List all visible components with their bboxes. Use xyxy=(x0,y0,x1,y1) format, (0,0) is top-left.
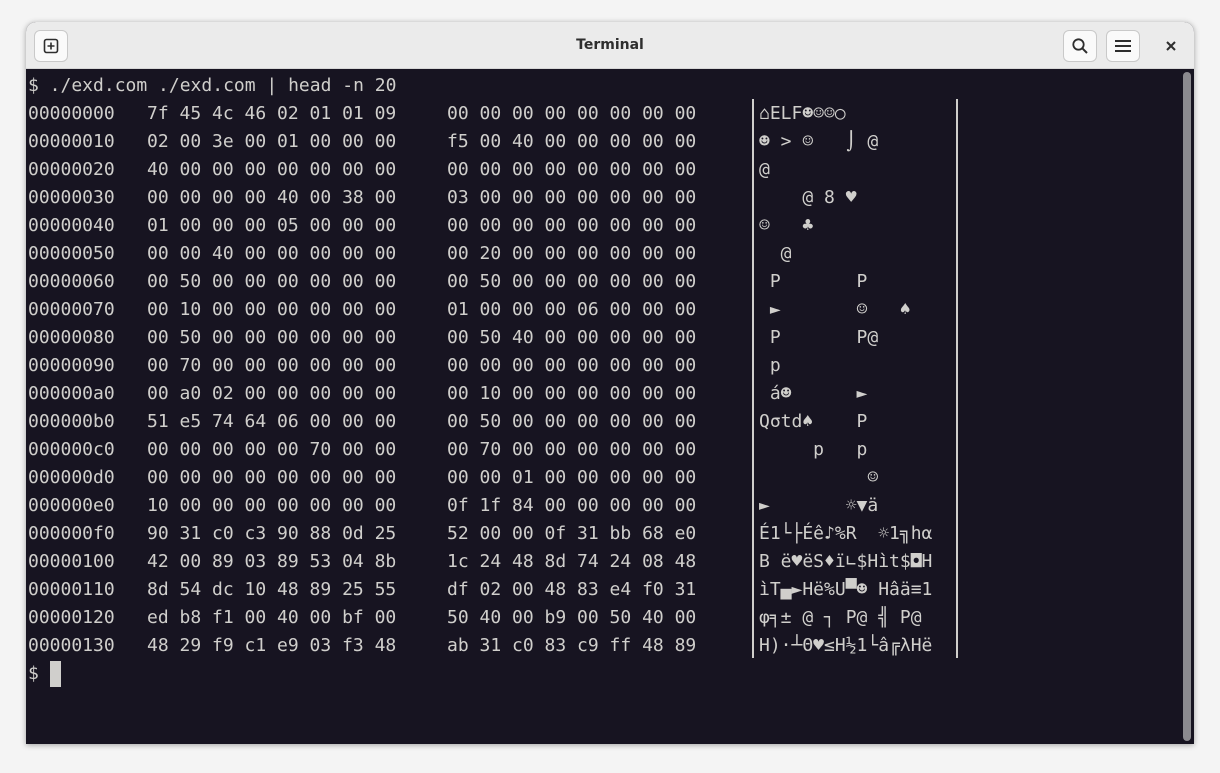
row-hex-bytes-2: 0f 1f 84 00 00 00 00 00 xyxy=(447,495,697,516)
row-hex-bytes-2: 00 00 00 00 00 00 00 00 xyxy=(447,103,697,124)
row-offset: 00000120 xyxy=(28,607,115,628)
row-offset: 000000e0 xyxy=(28,495,115,516)
row-hex-bytes-1: 00 50 00 00 00 00 00 00 xyxy=(147,327,397,348)
row-ascii: ☻ > ☺ ⌡ @ xyxy=(759,131,933,152)
row-hex-bytes-1: 48 29 f9 c1 e9 03 f3 48 xyxy=(147,635,397,656)
row-hex-bytes-1: 10 00 00 00 00 00 00 00 xyxy=(147,495,397,516)
row-offset: 000000c0 xyxy=(28,439,115,460)
row-hex-bytes-1: 40 00 00 00 00 00 00 00 xyxy=(147,159,397,180)
row-ascii: H)·┴Θ♥≤H½1└â╔λHë xyxy=(759,635,933,656)
row-ascii: φ╕± @ ┐ P@ ╣ P@ xyxy=(759,607,933,628)
close-icon xyxy=(1166,41,1176,51)
search-icon xyxy=(1072,38,1088,54)
row-hex-bytes-1: 42 00 89 03 89 53 04 8b xyxy=(147,551,397,572)
row-hex-bytes-1: 00 00 00 00 00 00 00 00 xyxy=(147,467,397,488)
row-ascii: @ xyxy=(759,159,933,180)
row-hex-bytes-2: 00 50 00 00 00 00 00 00 xyxy=(447,271,697,292)
row-ascii: @ 8 ♥ xyxy=(759,187,933,208)
row-hex-bytes-1: ed b8 f1 00 40 00 bf 00 xyxy=(147,607,397,628)
row-offset: 00000080 xyxy=(28,327,115,348)
row-hex-bytes-2: 00 50 40 00 00 00 00 00 xyxy=(447,327,697,348)
row-hex-bytes-1: 51 e5 74 64 06 00 00 00 xyxy=(147,411,397,432)
row-offset: 00000050 xyxy=(28,243,115,264)
row-hex-bytes-1: 00 00 40 00 00 00 00 00 xyxy=(147,243,397,264)
row-hex-bytes-2: 52 00 00 0f 31 bb 68 e0 xyxy=(447,523,697,544)
row-offset: 00000010 xyxy=(28,131,115,152)
text-cursor xyxy=(50,661,61,687)
title-bar[interactable]: Terminal xyxy=(26,22,1194,69)
new-tab-button[interactable] xyxy=(34,30,68,62)
row-offset: 00000020 xyxy=(28,159,115,180)
row-offset: 000000b0 xyxy=(28,411,115,432)
row-offset: 000000a0 xyxy=(28,383,115,404)
row-offset: 00000100 xyxy=(28,551,115,572)
row-hex-bytes-2: 01 00 00 00 06 00 00 00 xyxy=(447,299,697,320)
prompt: $ xyxy=(28,663,50,684)
row-hex-bytes-2: 00 00 00 00 00 00 00 00 xyxy=(447,215,697,236)
terminal-window: Terminal $ ./exd.com ./exd.com | head -n… xyxy=(26,22,1194,744)
row-ascii: ìT▄►Hë%U▀☻ Hâä≡1 xyxy=(759,579,933,600)
row-hex-bytes-2: 00 00 01 00 00 00 00 00 xyxy=(447,467,697,488)
row-hex-bytes-1: 90 31 c0 c3 90 88 0d 25 xyxy=(147,523,397,544)
row-ascii: ☺ xyxy=(759,467,933,488)
row-hex-bytes-2: 1c 24 48 8d 74 24 08 48 xyxy=(447,551,697,572)
row-ascii: É1└├Éê♪%R ☼1╗hα xyxy=(759,523,933,544)
row-offset: 000000f0 xyxy=(28,523,115,544)
new-tab-icon xyxy=(43,38,59,54)
row-ascii: P P xyxy=(759,271,933,292)
row-hex-bytes-1: 02 00 3e 00 01 00 00 00 xyxy=(147,131,397,152)
menu-button[interactable] xyxy=(1106,30,1140,62)
row-hex-bytes-2: 00 10 00 00 00 00 00 00 xyxy=(447,383,697,404)
row-ascii: p p xyxy=(759,439,933,460)
row-ascii: ⌂ELF☻☺☺○ xyxy=(759,103,846,124)
row-hex-bytes-2: 00 50 00 00 00 00 00 00 xyxy=(447,411,697,432)
scrollbar[interactable] xyxy=(1180,69,1194,744)
row-hex-bytes-2: 00 00 00 00 00 00 00 00 xyxy=(447,159,697,180)
row-offset: 000000d0 xyxy=(28,467,115,488)
row-hex-bytes-2: f5 00 40 00 00 00 00 00 xyxy=(447,131,697,152)
row-offset: 00000040 xyxy=(28,215,115,236)
row-hex-bytes-1: 7f 45 4c 46 02 01 01 09 xyxy=(147,103,397,124)
row-hex-bytes-2: 00 70 00 00 00 00 00 00 xyxy=(447,439,697,460)
row-hex-bytes-1: 8d 54 dc 10 48 89 25 55 xyxy=(147,579,397,600)
row-offset: 00000060 xyxy=(28,271,115,292)
row-hex-bytes-1: 00 00 00 00 40 00 38 00 xyxy=(147,187,397,208)
row-ascii: Qσtd♠ P xyxy=(759,411,933,432)
row-offset: 00000090 xyxy=(28,355,115,376)
ascii-left-border xyxy=(752,99,754,658)
row-hex-bytes-2: 50 40 00 b9 00 50 40 00 xyxy=(447,607,697,628)
row-offset: 00000000 xyxy=(28,103,115,124)
row-ascii: @ xyxy=(759,243,933,264)
row-ascii: á☻ ► xyxy=(759,383,933,404)
hamburger-menu-icon xyxy=(1115,40,1131,52)
row-hex-bytes-1: 00 50 00 00 00 00 00 00 xyxy=(147,271,397,292)
row-hex-bytes-1: 00 00 00 00 00 70 00 00 xyxy=(147,439,397,460)
command-line: $ ./exd.com ./exd.com | head -n 20 xyxy=(28,75,397,96)
row-hex-bytes-1: 00 70 00 00 00 00 00 00 xyxy=(147,355,397,376)
scrollbar-thumb[interactable] xyxy=(1183,72,1191,741)
terminal-output[interactable]: $ ./exd.com ./exd.com | head -n 20 00000… xyxy=(26,69,1180,744)
row-offset: 00000070 xyxy=(28,299,115,320)
row-hex-bytes-1: 00 a0 02 00 00 00 00 00 xyxy=(147,383,397,404)
row-ascii: ► ☺ ♠ xyxy=(759,299,933,320)
row-offset: 00000030 xyxy=(28,187,115,208)
row-ascii: ► ☼▼ä xyxy=(759,495,933,516)
row-ascii: ☺ ♣ xyxy=(759,215,933,236)
row-hex-bytes-2: df 02 00 48 83 e4 f0 31 xyxy=(447,579,697,600)
row-ascii: B ë♥ëS♦ï∟$Hìt$◘H xyxy=(759,551,933,572)
row-offset: 00000130 xyxy=(28,635,115,656)
window-title: Terminal xyxy=(576,37,644,53)
row-hex-bytes-1: 01 00 00 00 05 00 00 00 xyxy=(147,215,397,236)
close-button[interactable] xyxy=(1154,30,1188,62)
row-ascii: p xyxy=(759,355,933,376)
row-hex-bytes-2: ab 31 c0 83 c9 ff 48 89 xyxy=(447,635,697,656)
ascii-right-border xyxy=(956,99,958,658)
search-button[interactable] xyxy=(1063,30,1097,62)
row-hex-bytes-1: 00 10 00 00 00 00 00 00 xyxy=(147,299,397,320)
row-hex-bytes-2: 03 00 00 00 00 00 00 00 xyxy=(447,187,697,208)
row-hex-bytes-2: 00 20 00 00 00 00 00 00 xyxy=(447,243,697,264)
row-ascii: P P@ xyxy=(759,327,933,348)
row-hex-bytes-2: 00 00 00 00 00 00 00 00 xyxy=(447,355,697,376)
row-offset: 00000110 xyxy=(28,579,115,600)
